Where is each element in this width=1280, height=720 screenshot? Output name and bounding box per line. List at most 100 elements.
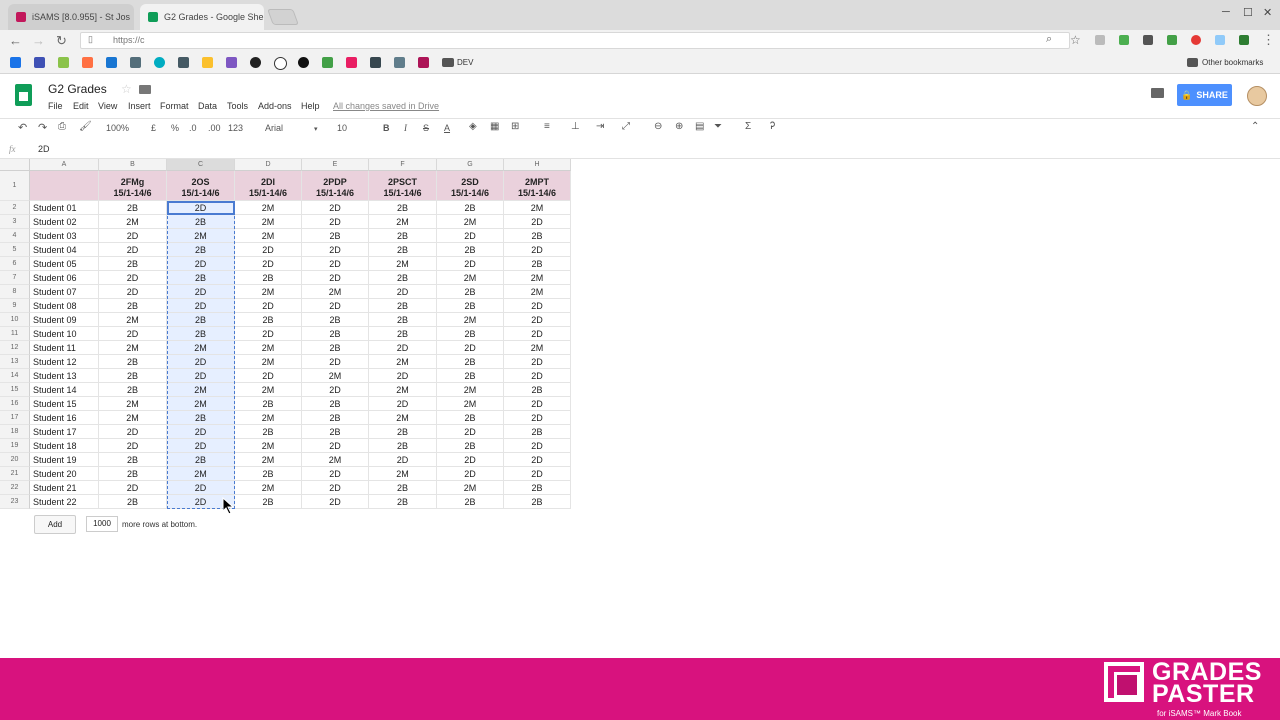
row-header[interactable]: 2 bbox=[0, 201, 30, 215]
forward-icon[interactable]: → bbox=[32, 33, 45, 48]
bookmark-icon[interactable] bbox=[82, 57, 93, 68]
grade-cell[interactable]: 2M bbox=[235, 481, 302, 495]
grade-cell[interactable]: 2B bbox=[369, 327, 437, 341]
grade-cell[interactable]: 2D bbox=[99, 271, 167, 285]
grade-cell[interactable]: 2M bbox=[302, 453, 369, 467]
grade-cell[interactable]: 2B bbox=[437, 439, 504, 453]
grade-cell[interactable]: 2B bbox=[99, 467, 167, 481]
insert-chart-icon[interactable]: ▤ bbox=[695, 121, 704, 132]
grade-cell[interactable]: 2B bbox=[369, 425, 437, 439]
grade-cell[interactable]: 2M bbox=[504, 285, 571, 299]
text-rotation-icon[interactable]: ⤢ bbox=[622, 121, 630, 132]
extension-icon[interactable] bbox=[1167, 35, 1177, 45]
folder-icon[interactable] bbox=[139, 85, 151, 94]
grade-cell[interactable]: 2B bbox=[302, 229, 369, 243]
grade-cell[interactable]: 2D bbox=[235, 243, 302, 257]
grade-cell[interactable]: 2D bbox=[504, 355, 571, 369]
grade-cell[interactable]: 2M bbox=[369, 215, 437, 229]
grade-cell[interactable]: 2B bbox=[302, 397, 369, 411]
bookmark-icon[interactable] bbox=[418, 57, 429, 68]
student-name-cell[interactable]: Student 19 bbox=[30, 453, 99, 467]
grade-cell[interactable]: 2B bbox=[437, 411, 504, 425]
text-color-button[interactable]: A bbox=[444, 123, 450, 133]
header-cell[interactable]: 2PDP 15/1-14/6 bbox=[302, 171, 369, 201]
student-name-cell[interactable]: Student 10 bbox=[30, 327, 99, 341]
grade-cell[interactable]: 2B bbox=[235, 313, 302, 327]
grade-cell[interactable]: 2M bbox=[235, 285, 302, 299]
student-name-cell[interactable]: Student 03 bbox=[30, 229, 99, 243]
grade-cell[interactable]: 2B bbox=[99, 201, 167, 215]
grade-cell[interactable]: 2B bbox=[302, 425, 369, 439]
column-header-c[interactable]: C bbox=[167, 159, 235, 171]
grade-cell[interactable]: 2D bbox=[369, 397, 437, 411]
grade-cell[interactable]: 2D bbox=[504, 453, 571, 467]
bookmark-icon[interactable] bbox=[10, 57, 21, 68]
grade-cell[interactable]: 2B bbox=[99, 369, 167, 383]
page-info-icon[interactable]: ▯ bbox=[88, 34, 93, 45]
grade-cell[interactable]: 2M bbox=[369, 257, 437, 271]
grade-cell[interactable]: 2B bbox=[437, 243, 504, 257]
row-header[interactable]: 17 bbox=[0, 411, 30, 425]
sheets-logo-icon[interactable] bbox=[15, 84, 32, 106]
close-tab-icon[interactable]: ✕ bbox=[130, 11, 134, 24]
column-header-h[interactable]: H bbox=[504, 159, 571, 171]
grade-cell[interactable]: 2B bbox=[235, 495, 302, 509]
grade-cell[interactable]: 2D bbox=[302, 355, 369, 369]
grade-cell[interactable]: 2D bbox=[302, 495, 369, 509]
grade-cell[interactable]: 2B bbox=[369, 439, 437, 453]
row-header[interactable]: 1 bbox=[0, 171, 30, 201]
italic-button[interactable]: I bbox=[404, 123, 407, 133]
grade-cell[interactable]: 2D bbox=[302, 257, 369, 271]
student-name-cell[interactable]: Student 09 bbox=[30, 313, 99, 327]
grade-cell[interactable]: 2D bbox=[369, 453, 437, 467]
grade-cell[interactable]: 2D bbox=[504, 411, 571, 425]
merge-cells-icon[interactable]: ⊞ bbox=[511, 121, 519, 132]
student-name-cell[interactable]: Student 20 bbox=[30, 467, 99, 481]
grade-cell[interactable]: 2D bbox=[99, 229, 167, 243]
grade-cell[interactable]: 2D bbox=[504, 397, 571, 411]
grade-cell[interactable]: 2B bbox=[437, 355, 504, 369]
menu-format[interactable]: Format bbox=[160, 101, 189, 111]
grade-cell[interactable]: 2B bbox=[437, 495, 504, 509]
grade-cell[interactable]: 2D bbox=[99, 425, 167, 439]
chevron-down-icon[interactable]: ▾ bbox=[314, 125, 318, 133]
select-all-corner[interactable] bbox=[0, 159, 30, 171]
grade-cell[interactable]: 2D bbox=[99, 243, 167, 257]
row-header[interactable]: 12 bbox=[0, 341, 30, 355]
grade-cell[interactable]: 2B bbox=[99, 257, 167, 271]
vertical-align-icon[interactable]: ⊥ bbox=[571, 121, 580, 132]
grade-cell[interactable]: 2D bbox=[504, 313, 571, 327]
student-name-cell[interactable]: Student 07 bbox=[30, 285, 99, 299]
grade-cell[interactable]: 2M bbox=[369, 411, 437, 425]
row-header[interactable]: 13 bbox=[0, 355, 30, 369]
student-name-cell[interactable]: Student 02 bbox=[30, 215, 99, 229]
grade-cell[interactable]: 2B bbox=[437, 201, 504, 215]
row-header[interactable]: 9 bbox=[0, 299, 30, 313]
grade-cell[interactable]: 2B bbox=[504, 481, 571, 495]
bookmark-icon[interactable] bbox=[298, 57, 309, 68]
currency-format-button[interactable]: £ bbox=[151, 123, 156, 133]
undo-icon[interactable]: ↶ bbox=[18, 121, 27, 134]
grade-cell[interactable]: 2M bbox=[369, 383, 437, 397]
grade-cell[interactable]: 2M bbox=[302, 369, 369, 383]
percent-format-button[interactable]: % bbox=[171, 123, 179, 133]
grade-cell[interactable]: 2D bbox=[437, 257, 504, 271]
add-rows-button[interactable]: Add bbox=[34, 515, 76, 534]
header-cell[interactable]: 2SD 15/1-14/6 bbox=[437, 171, 504, 201]
grade-cell[interactable]: 2D bbox=[302, 467, 369, 481]
column-header-f[interactable]: F bbox=[369, 159, 437, 171]
row-header[interactable]: 16 bbox=[0, 397, 30, 411]
grade-cell[interactable]: 2B bbox=[504, 425, 571, 439]
grade-cell[interactable]: 2M bbox=[235, 341, 302, 355]
grade-cell[interactable]: 2B bbox=[437, 285, 504, 299]
folder-icon[interactable] bbox=[442, 58, 454, 67]
grade-cell[interactable]: 2D bbox=[99, 285, 167, 299]
grade-cell[interactable]: 2M bbox=[235, 201, 302, 215]
row-header[interactable]: 23 bbox=[0, 495, 30, 509]
grade-cell[interactable]: 2B bbox=[302, 341, 369, 355]
student-name-cell[interactable]: Student 01 bbox=[30, 201, 99, 215]
row-header[interactable]: 22 bbox=[0, 481, 30, 495]
student-name-cell[interactable]: Student 04 bbox=[30, 243, 99, 257]
menu-edit[interactable]: Edit bbox=[73, 101, 89, 111]
fill-color-icon[interactable]: ◈ bbox=[469, 121, 477, 132]
